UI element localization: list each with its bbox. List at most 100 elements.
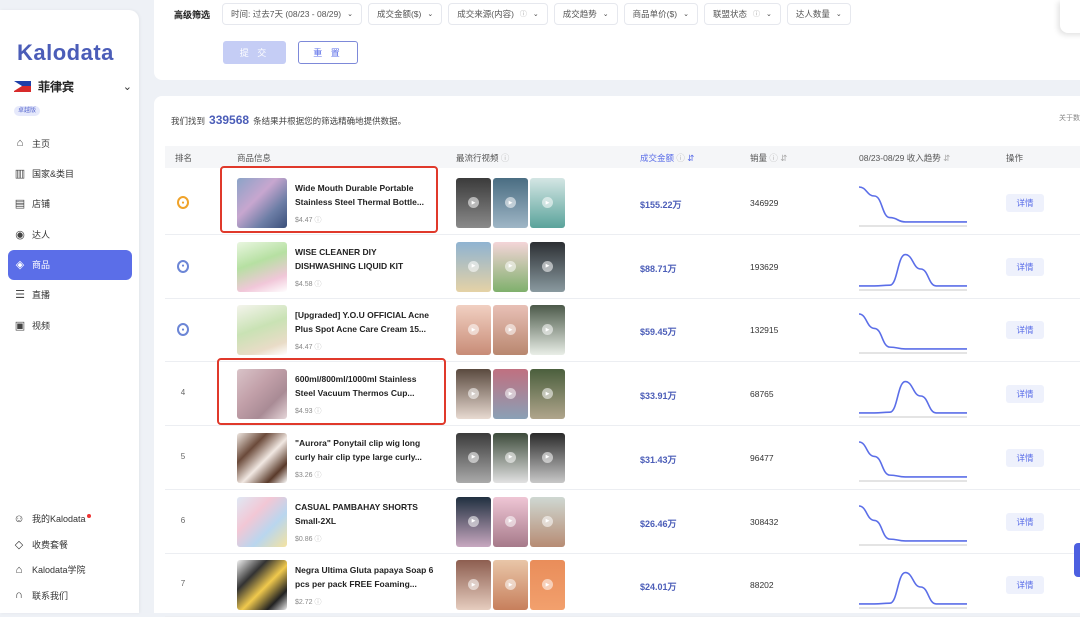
country-selector[interactable]: 菲律宾 ⌄: [14, 77, 132, 95]
popular-videos: ▶ ▶ ▶: [456, 496, 567, 547]
video-thumbnail[interactable]: ▶: [493, 305, 528, 356]
play-icon: ▶: [542, 197, 553, 208]
product-image[interactable]: [237, 241, 287, 292]
sidebar-item-store[interactable]: ▤ 店铺: [8, 189, 132, 219]
reset-button[interactable]: 重 置: [298, 41, 358, 64]
video-thumbnail[interactable]: ▶: [530, 432, 565, 483]
help-icon: ⓘ: [314, 599, 322, 607]
table-row[interactable]: ● WISE CLEANER DIY DISHWASHING LIQUID KI…: [165, 235, 1080, 299]
filter-source[interactable]: 成交来源(内容) ⓘ ⌄: [448, 3, 548, 25]
filter-trend[interactable]: 成交趋势 ⌄: [553, 3, 618, 25]
sales-amount: $24.01万: [640, 582, 677, 593]
sidebar-item-creator[interactable]: ◉ 达人: [8, 219, 132, 249]
video-thumbnail[interactable]: ▶: [456, 496, 491, 547]
table-row[interactable]: ● Wide Mouth Durable Portable Stainless …: [165, 166, 1080, 235]
gold-medal-icon: ●: [177, 196, 189, 209]
rank-number: 6: [180, 515, 186, 525]
product-image[interactable]: [237, 560, 287, 611]
filter-label: 成交来源(内容): [457, 9, 514, 19]
product-title[interactable]: Negra Ultima Gluta papaya Soap 6 pcs per…: [295, 563, 435, 591]
silver-medal-icon: ●: [177, 259, 189, 273]
detail-button[interactable]: 详情: [1006, 385, 1044, 404]
video-thumbnail[interactable]: ▶: [530, 178, 565, 228]
filter-time[interactable]: 时间: 过去7天 (08/23 - 08/29) ⌄: [222, 3, 362, 25]
pricing-link[interactable]: ◇ 收费套餐: [12, 532, 132, 558]
summary-suffix: 条结果并根据您的筛选精确地提供数据。: [253, 116, 407, 126]
play-icon: ▶: [542, 451, 553, 463]
sales-volume: 132915: [750, 325, 779, 336]
table-row[interactable]: 7 Negra Ultima Gluta papaya Soap 6 pcs p…: [165, 553, 1080, 617]
floating-panel[interactable]: [1060, 0, 1080, 33]
filter-affiliate[interactable]: 联盟状态 ⓘ ⌄: [703, 3, 781, 25]
video-thumbnail[interactable]: ▶: [493, 560, 528, 611]
sparkline-line: [859, 504, 967, 542]
table-row[interactable]: 4 600ml/800ml/1000ml Stainless Steel Vac…: [165, 358, 1080, 427]
detail-button[interactable]: 详情: [1006, 576, 1044, 595]
video-thumbnail[interactable]: ▶: [456, 241, 491, 292]
detail-button[interactable]: 详情: [1006, 194, 1044, 212]
academy-link[interactable]: ⌂ Kalodata学院: [12, 557, 132, 583]
video-thumbnail[interactable]: ▶: [493, 432, 528, 483]
detail-button[interactable]: 详情: [1006, 448, 1044, 467]
product-image[interactable]: [237, 432, 287, 483]
submit-button[interactable]: 提 交: [223, 41, 286, 64]
sidebar-item-video[interactable]: ▣ 视频: [8, 310, 132, 340]
side-drawer-tab[interactable]: [1074, 543, 1080, 577]
filter-amount[interactable]: 成交金额($) ⌄: [367, 3, 443, 25]
product-title[interactable]: "Aurora" Ponytail clip wig long curly ha…: [295, 436, 435, 464]
popular-videos: ▶ ▶ ▶: [456, 178, 567, 228]
video-thumbnail[interactable]: ▶: [530, 369, 565, 420]
play-icon: ▶: [505, 451, 516, 463]
product-title[interactable]: WISE CLEANER DIY DISHWASHING LIQUID KIT: [295, 245, 435, 273]
sidebar-item-product[interactable]: ◈ 商品: [8, 249, 132, 280]
table-row[interactable]: 5 "Aurora" Ponytail clip wig long curly …: [165, 426, 1080, 490]
sort-desc-icon[interactable]: ⇵: [687, 153, 694, 163]
video-thumbnail[interactable]: ▶: [530, 241, 565, 292]
my-kalodata-link[interactable]: ☺ 我的Kalodata: [12, 506, 132, 532]
video-thumbnail[interactable]: ▶: [456, 369, 491, 420]
product-title[interactable]: [Upgraded] Y.O.U OFFICIAL Acne Plus Spot…: [295, 308, 435, 336]
video-thumbnail[interactable]: ▶: [493, 241, 528, 292]
table-row[interactable]: ● [Upgraded] Y.O.U OFFICIAL Acne Plus Sp…: [165, 298, 1080, 363]
chevron-down-icon: ⌄: [427, 11, 434, 18]
price-value: $0.86: [295, 535, 313, 543]
video-thumbnail[interactable]: ▶: [530, 560, 565, 611]
popular-videos: ▶ ▶ ▶: [456, 241, 567, 292]
revenue-trend-sparkline: [859, 253, 967, 291]
product-title[interactable]: CASUAL PAMBAHAY SHORTS Small-2XL: [295, 500, 435, 528]
video-thumbnail[interactable]: ▶: [456, 432, 491, 483]
video-thumbnail[interactable]: ▶: [493, 178, 528, 228]
sort-icon[interactable]: ⇵: [780, 153, 787, 163]
revenue-trend-sparkline: [859, 440, 967, 482]
header-sales[interactable]: 销量 ⓘ ⇵: [750, 152, 787, 164]
sidebar-item-country-category[interactable]: ▥ 国家&类目: [8, 158, 132, 188]
sort-icon[interactable]: ⇵: [943, 153, 950, 163]
video-thumbnail[interactable]: ▶: [456, 178, 491, 228]
detail-button[interactable]: 详情: [1006, 321, 1044, 340]
revenue-trend-sparkline: [859, 313, 967, 354]
header-amount[interactable]: 成交金额 ⓘ ⇵: [640, 152, 694, 164]
detail-button[interactable]: 详情: [1006, 512, 1044, 531]
filter-creators[interactable]: 达人数量 ⌄: [786, 3, 851, 25]
table-row[interactable]: 6 CASUAL PAMBAHAY SHORTS Small-2XL $0.86…: [165, 490, 1080, 554]
header-videos-label: 最流行视频: [456, 153, 499, 163]
sales-volume: 96477: [750, 452, 774, 463]
app-logo[interactable]: Kalodata: [17, 40, 114, 66]
video-thumbnail[interactable]: ▶: [493, 369, 528, 420]
sidebar-item-live[interactable]: ☰ 直播: [8, 280, 132, 310]
detail-button[interactable]: 详情: [1006, 257, 1044, 276]
sidebar-item-home[interactable]: ⌂ 主页: [8, 128, 132, 158]
filter-unit-price[interactable]: 商品单价($) ⌄: [623, 3, 698, 25]
about-data-link[interactable]: 关于数: [1059, 113, 1080, 123]
help-icon: ⓘ: [314, 471, 322, 479]
header-trend[interactable]: 08/23-08/29 收入趋势 ⇵: [859, 152, 950, 164]
product-image[interactable]: [237, 305, 287, 356]
video-thumbnail[interactable]: ▶: [530, 496, 565, 547]
contact-link[interactable]: ∩ 联系我们: [12, 583, 132, 609]
video-thumbnail[interactable]: ▶: [456, 560, 491, 611]
video-thumbnail[interactable]: ▶: [456, 305, 491, 356]
video-thumbnail[interactable]: ▶: [530, 305, 565, 356]
header-trend-label: 08/23-08/29 收入趋势: [859, 153, 941, 163]
product-image[interactable]: [237, 496, 287, 547]
video-thumbnail[interactable]: ▶: [493, 496, 528, 547]
